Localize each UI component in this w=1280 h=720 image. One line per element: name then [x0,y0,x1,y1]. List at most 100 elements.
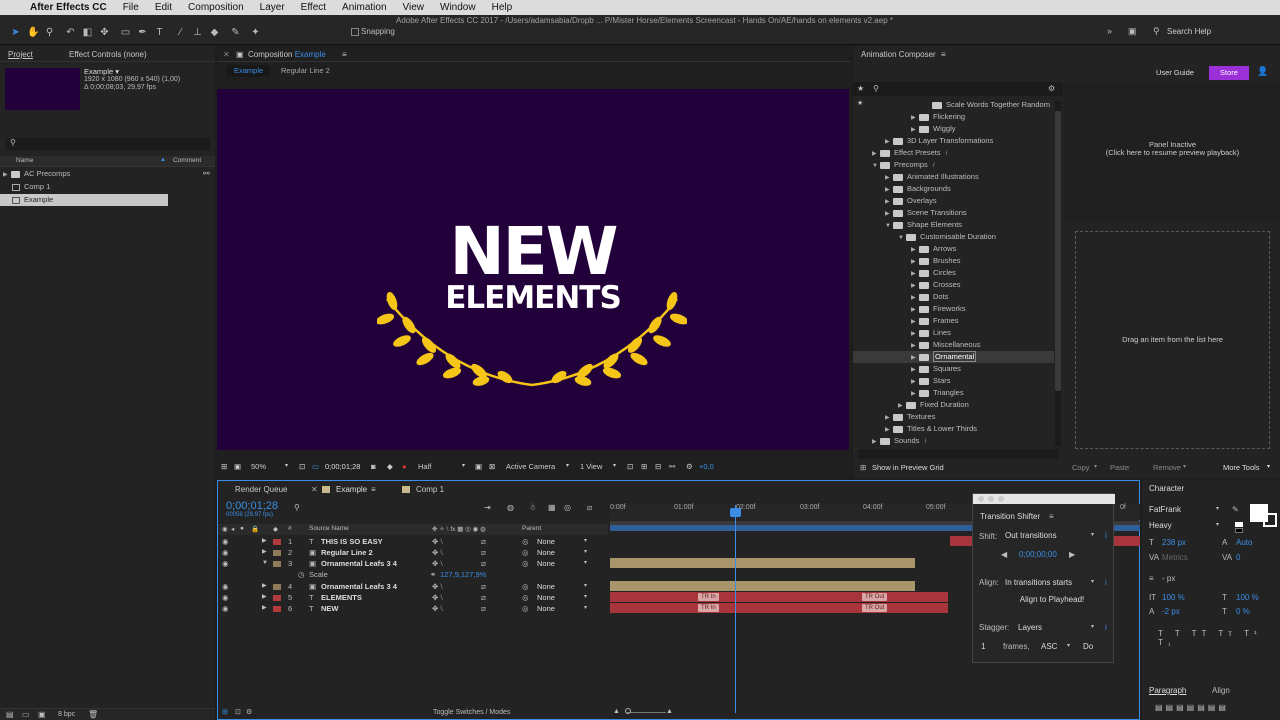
layer-bar[interactable]: TR In TR Out [610,603,948,613]
tsume-value[interactable]: 0 % [1236,607,1250,616]
tree-item[interactable]: ▶ Titles & Lower Thirds [853,423,1054,435]
trash-icon[interactable]: 🗑 [88,710,98,719]
label-color[interactable] [273,584,281,590]
col-parent[interactable]: Parent [522,525,541,532]
eye-icon[interactable]: ◉ [222,558,229,569]
switches[interactable]: ✥ ⧵ [432,581,443,592]
ts-do-button[interactable]: Do [1083,642,1093,651]
menu-help[interactable]: Help [492,2,513,13]
menu-window[interactable]: Window [440,2,476,13]
layer-name[interactable]: THIS IS SO EASY [321,536,383,547]
camera-dropdown[interactable]: Active Camera [506,462,555,471]
menu-edit[interactable]: Edit [155,2,172,13]
info-icon[interactable]: i [1105,578,1107,587]
close-icon[interactable]: ✕ [311,485,318,494]
menu-layer[interactable]: Layer [260,2,285,13]
tree-item[interactable]: ▼ Customisable Duration [853,231,1054,243]
tree-item[interactable]: ▶ Backgrounds [853,183,1054,195]
layer-name[interactable]: Ornamental Leafs 3 4 [321,558,397,569]
grid-icon[interactable]: ⊞ [860,463,866,472]
eyedropper-icon[interactable]: ✎ [1232,505,1239,514]
kerning-value[interactable]: Metrics [1162,553,1188,562]
tree-item[interactable]: ▶ Ornamental [853,351,1054,363]
paragraph-align-buttons[interactable]: ▤▤▤▤▤▤▤ [1155,703,1229,712]
font-size-value[interactable]: 238 px [1162,538,1186,547]
chevron-down-icon[interactable]: ▾ [584,581,587,592]
tree-item[interactable]: ▶ Miscellaneous [853,339,1054,351]
graph-editor-icon[interactable]: ⧄ [587,503,592,513]
tab-comp1[interactable]: Comp 1 [416,485,444,494]
motion-blur-icon[interactable]: ◎ [564,503,571,512]
flowchart-icon[interactable]: ⚯ [669,462,675,471]
camera-tool-icon[interactable]: ◧ [82,27,93,38]
ts-frames-input[interactable]: 1 [981,642,1001,651]
info-icon[interactable]: i [925,436,927,445]
scale-property-row[interactable]: ◷ Scale ⚭ 127,9,127,9% [218,569,608,580]
tree-item[interactable]: ▶ Wiggly [853,123,1054,135]
layer-name[interactable]: ELEMENTS [321,592,362,603]
menu-icon[interactable]: ≡ [941,50,946,59]
transparency-icon[interactable]: ⊠ [489,462,495,471]
label-color[interactable] [273,539,281,545]
info-icon[interactable]: i [1105,531,1107,540]
layer-row[interactable]: ◉ ▶ 6 T NEW ✥ ⧵ ⧄ ◎ None ▾ [218,603,608,614]
project-item-selected[interactable]: Example [0,194,168,206]
layer-row[interactable]: ◉ ▶ 2 ▣ Regular Line 2 ✥ ⧵ ⧄ ◎ None ▾ [218,547,608,558]
switches[interactable]: ✥ ⧵ [432,547,443,558]
mask-icon[interactable]: ▭ [312,462,319,471]
chevron-down-icon[interactable]: ▾ [1183,463,1186,470]
ts-time-input[interactable]: 0;00;00;00 [1019,550,1057,559]
tree-item[interactable]: ▼ Precomps i [853,159,1054,171]
font-style-dropdown[interactable]: Heavy [1149,521,1172,530]
stroke-color-swatch[interactable] [1263,513,1277,527]
item-name[interactable]: Example ▾ [84,67,119,76]
chevron-right-icon[interactable]: ▶ [262,536,267,547]
pickwhip-icon[interactable]: ◎ [522,536,529,547]
color-channel-icon[interactable]: ● [402,462,407,471]
puppet-tool-icon[interactable]: ✦ [250,27,261,38]
chevron-right-icon[interactable]: ▶ [262,592,267,603]
bpc-label[interactable]: 8 bpc [58,711,75,718]
menu-icon[interactable]: ≡ [371,485,376,494]
chevron-down-icon[interactable]: ▾ [1094,463,1097,470]
layer-row[interactable]: ◉ ▶ 1 T THIS IS SO EASY ✥ ⧵ ⧄ ◎ None ▾ [218,536,608,547]
zoom-in-icon[interactable]: ▲ [666,708,673,715]
white-swatch[interactable] [1235,522,1243,527]
always-preview-icon[interactable]: ⊞ [221,462,227,471]
arrow-right-icon[interactable]: ▶ [1069,550,1075,559]
exposure-value[interactable]: +0,0 [699,462,714,471]
horizontal-scale-value[interactable]: 100 % [1236,593,1259,602]
video-icon[interactable]: ◉ [222,525,228,533]
chevron-down-icon[interactable]: ▾ [584,603,587,614]
tree-item[interactable]: Scale Words Together Random [853,99,1054,111]
view-dropdown[interactable]: 1 View [580,462,602,471]
tree-item[interactable]: ▶ Flickering [853,111,1054,123]
chevron-down-icon[interactable]: ▾ [1067,642,1070,649]
ac-scrollbar[interactable] [1055,101,1061,446]
tree-item[interactable]: ▶ Frames [853,315,1054,327]
favorites-star-icon[interactable]: ★ [857,84,864,93]
pickwhip-icon[interactable]: ◎ [522,592,529,603]
region-icon[interactable]: ▣ [475,462,482,471]
remove-button[interactable]: Remove [1153,463,1181,472]
transition-in-marker[interactable]: TR In [698,604,719,612]
zoom-dropdown[interactable]: 50% [251,462,266,471]
eye-icon[interactable]: ◉ [222,603,229,614]
show-in-preview-button[interactable]: Show in Preview Grid [872,463,944,472]
playhead-handle[interactable] [730,508,741,517]
hand-tool-icon[interactable]: ✋ [27,27,39,38]
rotate-tool-icon[interactable]: ↶ [65,27,76,38]
new-comp-icon[interactable]: ▣ [38,710,46,719]
tree-item[interactable]: ▶ Fireworks [853,303,1054,315]
tree-item[interactable]: ▶ Crosses [853,279,1054,291]
tree-item[interactable]: ▶ Animated Illustrations [853,171,1054,183]
layer-row[interactable]: ◉ ▶ 4 ▣ Ornamental Leafs 3 4 ✥ ⧵ ⧄ ◎ None ▾ [218,581,608,592]
playhead[interactable] [735,505,736,713]
audio-icon[interactable]: ◂ [231,525,234,533]
menu-file[interactable]: File [123,2,139,13]
tab-example[interactable]: Example [336,485,367,494]
eraser-tool-icon[interactable]: ◆ [209,27,220,38]
clone-tool-icon[interactable]: ⊥ [192,27,203,38]
menu-animation[interactable]: Animation [342,2,386,13]
parent-dropdown[interactable]: None [537,581,555,592]
